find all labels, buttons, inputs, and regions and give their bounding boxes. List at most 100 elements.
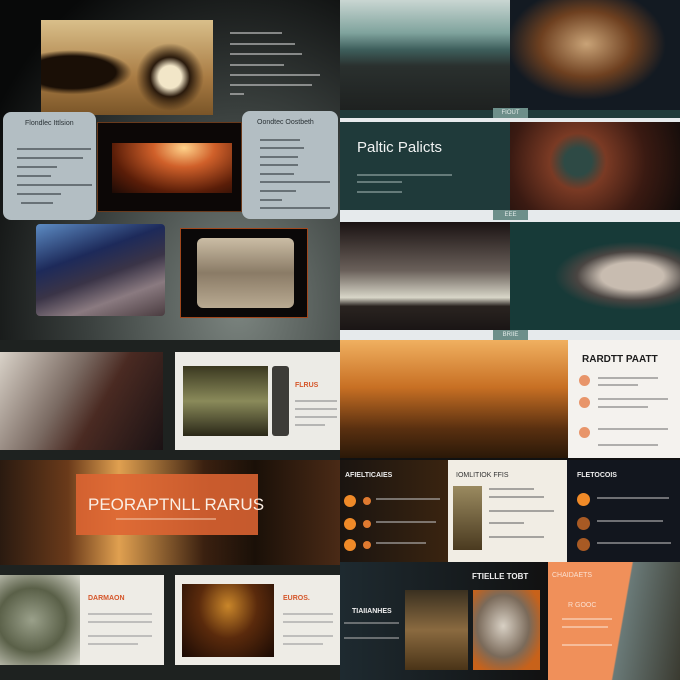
bullet-dot bbox=[579, 397, 590, 408]
text-line bbox=[230, 64, 284, 66]
corridor-image bbox=[182, 584, 274, 657]
text-line bbox=[17, 175, 51, 177]
text-line bbox=[260, 207, 330, 209]
gothic-banner: PEORAPTNLL RARUS bbox=[0, 460, 340, 565]
text-line bbox=[116, 518, 216, 520]
text-line bbox=[295, 416, 337, 418]
quadrant-bottom-left: FLRUS PEORAPTNLL RARUS DARMAON EUROS. bbox=[0, 340, 340, 680]
slide-points: RARDTT PAATT bbox=[568, 340, 680, 458]
bullet-dot bbox=[579, 375, 590, 386]
text-line bbox=[230, 93, 244, 95]
text-line bbox=[21, 202, 53, 204]
text-line bbox=[295, 424, 325, 426]
bullet-dot bbox=[363, 541, 371, 549]
thumbnail-strip bbox=[272, 366, 289, 436]
castle-image bbox=[183, 366, 268, 436]
panel-title: FLETOCOIS bbox=[577, 472, 617, 479]
card-title: Flondlec Ittlsion bbox=[25, 120, 74, 127]
bullet-dot bbox=[344, 518, 356, 530]
text-line bbox=[295, 408, 337, 410]
title-panel: Paltic Palicts bbox=[340, 122, 510, 210]
text-line bbox=[598, 377, 658, 379]
text-line bbox=[17, 166, 57, 168]
info-card-left: Flondlec Ittlsion bbox=[3, 112, 96, 220]
panel-navy: FLETOCOIS bbox=[567, 460, 680, 562]
panel-title: AFIELTICAIES bbox=[345, 472, 393, 479]
panel-cream: IOMLITIOK FFIS bbox=[448, 460, 567, 562]
sunset-image bbox=[112, 143, 232, 193]
banner-title: PEORAPTNLL RARUS bbox=[88, 495, 265, 514]
bullet-dot bbox=[363, 497, 371, 505]
slide-dark-gallery: FTIELLE TOBT TIAIIANHES bbox=[340, 562, 548, 680]
tree-image bbox=[453, 486, 482, 550]
skull-mask-image bbox=[510, 0, 680, 110]
text-line bbox=[597, 520, 663, 522]
text-line bbox=[260, 199, 282, 201]
sepia-photo-frame bbox=[180, 228, 308, 318]
text-line bbox=[283, 643, 323, 645]
section-tag: BRIIE bbox=[493, 330, 528, 340]
slide-subtitle: R GOOC bbox=[568, 602, 597, 609]
slide-lion: DARMAON bbox=[0, 575, 164, 665]
text-line bbox=[489, 510, 554, 512]
text-line bbox=[344, 637, 399, 639]
text-line bbox=[230, 74, 320, 76]
section-tag: EEE bbox=[493, 210, 528, 220]
sunset-image-frame bbox=[97, 122, 242, 212]
sepia-photo bbox=[197, 238, 294, 308]
bullet-dot bbox=[344, 539, 356, 551]
quadrant-bottom-right: RARDTT PAATT AFIELTICAIES IOMLITIOK FFIS… bbox=[340, 340, 680, 680]
bullet-dot bbox=[577, 493, 590, 506]
slide-orange: CHAIDAETS R GOOC bbox=[548, 562, 680, 680]
text-line bbox=[489, 496, 544, 498]
bullet-dot bbox=[344, 495, 356, 507]
slide-title: EUROS. bbox=[283, 595, 310, 602]
text-line bbox=[283, 621, 333, 623]
text-line bbox=[230, 84, 312, 86]
text-line bbox=[598, 406, 648, 408]
wolf-image bbox=[473, 590, 540, 670]
text-line bbox=[17, 148, 91, 150]
text-line bbox=[376, 521, 436, 523]
text-line bbox=[357, 191, 402, 193]
sea-road-image bbox=[340, 0, 510, 110]
slide-title: CHAIDAETS bbox=[552, 572, 593, 579]
text-line bbox=[598, 444, 658, 446]
text-line bbox=[344, 622, 399, 624]
text-line bbox=[88, 613, 152, 615]
bullet-dot bbox=[579, 427, 590, 438]
flowers-image bbox=[510, 122, 680, 210]
card-title: Oondtec Oostbeth bbox=[257, 119, 314, 126]
text-line bbox=[597, 542, 671, 544]
text-line bbox=[357, 174, 452, 176]
text-line bbox=[562, 644, 612, 646]
text-line bbox=[283, 635, 333, 637]
info-card-right: Oondtec Oostbeth bbox=[242, 111, 338, 219]
text-line bbox=[17, 193, 61, 195]
bullet-dot bbox=[577, 538, 590, 551]
storm-cliff-image bbox=[0, 352, 163, 450]
text-line bbox=[260, 173, 294, 175]
text-line bbox=[598, 398, 668, 400]
text-line bbox=[260, 156, 298, 158]
panel-title: IOMLITIOK FFIS bbox=[456, 472, 509, 479]
face-image bbox=[510, 222, 680, 330]
sunset-mountain-image bbox=[340, 340, 568, 458]
dusty-field-image bbox=[405, 590, 468, 670]
blue-cliff-image bbox=[36, 224, 165, 316]
text-line bbox=[489, 536, 544, 538]
bullet-dot bbox=[577, 517, 590, 530]
slide-title: FTIELLE TOBT bbox=[472, 572, 529, 581]
text-line bbox=[597, 497, 669, 499]
slide-title: DARMAON bbox=[88, 595, 125, 602]
banner-title-box: PEORAPTNLL RARUS bbox=[76, 474, 264, 535]
text-line bbox=[230, 32, 282, 34]
text-line bbox=[562, 618, 612, 620]
slide-title: RARDTT PAATT bbox=[582, 354, 658, 365]
lone-figure-image bbox=[340, 222, 510, 330]
slide-castle: FLRUS bbox=[175, 352, 340, 450]
text-line bbox=[357, 181, 402, 183]
text-line bbox=[295, 400, 337, 402]
desert-arch-image bbox=[41, 20, 213, 115]
text-line bbox=[598, 384, 638, 386]
